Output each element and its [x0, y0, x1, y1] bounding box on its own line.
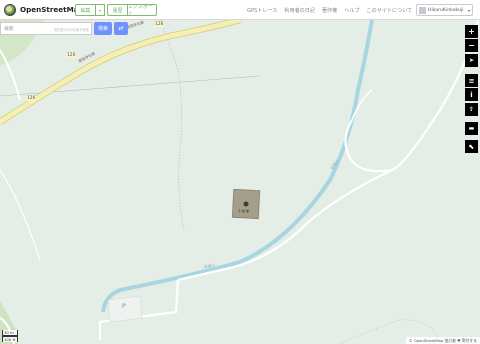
- building-label: 不 動 堂: [238, 209, 249, 213]
- search-button[interactable]: 検索: [94, 22, 112, 35]
- show-my-location-icon[interactable]: ➤: [465, 54, 478, 67]
- avatar: [419, 6, 426, 14]
- nav-help[interactable]: ヘルプ: [344, 7, 359, 14]
- scale-imperial: 100 ft: [2, 336, 18, 342]
- nav-about[interactable]: このサイトについて: [367, 7, 413, 14]
- search-input[interactable]: 検索 現在表示中の位置を検索: [0, 22, 92, 35]
- share-icon[interactable]: ⇪: [465, 103, 478, 116]
- top-header: OpenStreetMap 編集 ▾ 履歴 エクスポート GPSトレース 利用者…: [0, 0, 480, 20]
- export-button[interactable]: エクスポート: [128, 4, 157, 17]
- history-button[interactable]: 履歴: [107, 4, 128, 16]
- user-menu-caret-icon: ▾: [467, 7, 470, 13]
- osm-logo-icon: [4, 3, 16, 16]
- map-canvas[interactable]: [0, 16, 480, 344]
- edit-dropdown-caret-icon[interactable]: ▾: [96, 4, 105, 16]
- edit-history-group: 編集 ▾ 履歴 エクスポート: [75, 4, 157, 17]
- search-bar: 検索 現在表示中の位置を検索 検索 ⇄: [0, 22, 132, 35]
- parking-icon: P: [122, 303, 126, 310]
- directions-icon[interactable]: ⇄: [114, 22, 128, 35]
- user-menu[interactable]: HikaruKinkakuji ▾: [416, 4, 473, 16]
- attribution[interactable]: © OpenStreetMap 協力者 ♥ 寄付する: [405, 337, 480, 344]
- road-label-126-left: 126: [26, 96, 37, 101]
- nav-copyright[interactable]: 著作権: [322, 7, 337, 14]
- road-label-126-mid: 126: [66, 53, 77, 58]
- nav-user-diaries[interactable]: 利用者の日記: [284, 7, 315, 14]
- zoom-out-button[interactable]: −: [465, 39, 478, 52]
- home-link[interactable]: OpenStreetMap: [4, 3, 84, 16]
- edit-button[interactable]: 編集: [75, 4, 96, 16]
- zoom-in-button[interactable]: +: [465, 25, 478, 38]
- main-nav: GPSトレース 利用者の日記 著作権 ヘルプ このサイトについて: [247, 0, 419, 20]
- nav-gps-traces[interactable]: GPSトレース: [247, 7, 277, 14]
- search-where-am-i-hint[interactable]: 現在表示中の位置を検索: [54, 27, 89, 32]
- search-placeholder: 検索: [4, 27, 14, 32]
- add-note-icon[interactable]: ▬: [465, 122, 478, 135]
- road-label-126-top: 126: [154, 22, 165, 27]
- query-features-icon[interactable]: ⬉: [465, 140, 478, 153]
- map-info-icon[interactable]: i: [465, 88, 478, 101]
- user-name: HikaruKinkakuji: [428, 7, 464, 13]
- layers-icon[interactable]: ≡: [465, 74, 478, 87]
